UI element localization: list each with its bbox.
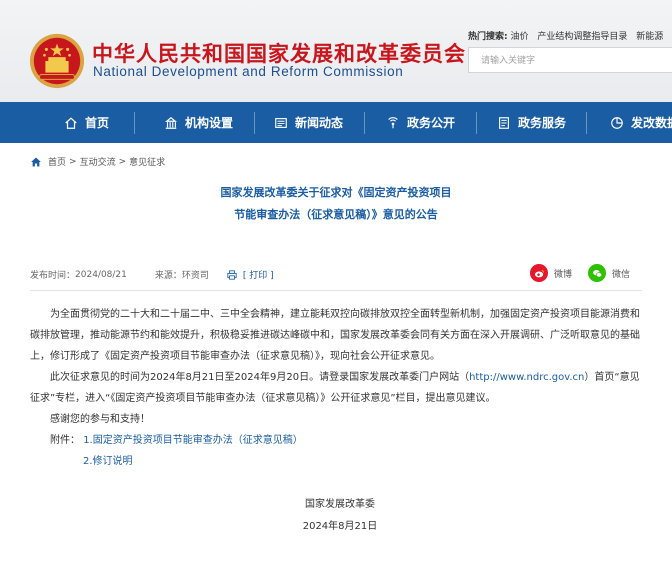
meta-divider — [30, 290, 642, 291]
attachment-link-draft[interactable]: 1.固定资产投资项目节能审查办法（征求意见稿） — [83, 435, 303, 446]
hot-keyword[interactable]: 油价 — [510, 32, 528, 42]
national-emblem-icon[interactable] — [28, 32, 86, 90]
share-weibo-button[interactable]: 微博 — [530, 264, 572, 282]
site-title-en[interactable]: National Development and Reform Commissi… — [93, 64, 403, 79]
nav-divider — [134, 112, 135, 134]
nav-item-organization[interactable]: 机构设置 — [164, 102, 233, 143]
nav-divider — [586, 112, 587, 134]
breadcrumb-separator: > — [118, 156, 127, 167]
home-icon — [31, 157, 41, 166]
breadcrumb: 首页 > 互动交流 > 意见征求 — [30, 155, 165, 168]
breadcrumb-item-home[interactable]: 首页 — [48, 155, 66, 168]
nav-item-label: 政务服务 — [518, 116, 567, 130]
signer: 国家发展改革委 — [305, 499, 375, 510]
nav-divider — [254, 112, 255, 134]
breadcrumb-separator: > — [69, 156, 77, 167]
breadcrumb-item-interaction[interactable]: 互动交流 — [80, 155, 116, 168]
home-icon — [65, 116, 77, 129]
share-wechat-button[interactable]: 微信 — [588, 264, 630, 282]
article-paragraph: 感谢您的参与和支持！ — [50, 414, 150, 425]
print-button[interactable]: [ 打印 ] — [227, 268, 274, 281]
nav-item-label: 首页 — [85, 116, 110, 130]
search-input[interactable] — [469, 49, 672, 73]
publish-label: 发布时间： — [30, 271, 76, 281]
site-header: 中华人民共和国国家发展和改革委员会 National Development a… — [0, 0, 672, 102]
nav-item-news[interactable]: 新闻动态 — [274, 102, 343, 143]
nav-item-data[interactable]: 发改数据 — [610, 102, 672, 143]
search-box — [468, 47, 672, 73]
nav-divider — [364, 112, 365, 134]
article-paragraph: 此次征求意见的时间为2024年8月21日至2024年9月20日。请登录国家发展改… — [30, 367, 642, 409]
hot-keyword[interactable]: 产业结构调整指导目录 — [537, 32, 627, 42]
nav-item-home[interactable]: 首页 — [64, 102, 109, 143]
hot-search-label: 热门搜索: — [468, 32, 508, 42]
breadcrumb-item-opinion[interactable]: 意见征求 — [129, 155, 165, 168]
nav-item-label: 政务公开 — [407, 116, 456, 130]
ndrc-website-link[interactable]: http://www.ndrc.gov.cn — [469, 372, 584, 383]
article-meta: 发布时间： 2024/08/21 来源： 环资司 [ 打印 ] — [30, 268, 274, 282]
attachment-item: 2.修订说明 — [83, 451, 133, 472]
nav-divider — [476, 112, 477, 134]
nav-item-label: 机构设置 — [185, 116, 234, 130]
hot-keyword[interactable]: 新能源 — [636, 32, 663, 42]
nav-item-gov-affairs[interactable]: 政务公开 — [386, 102, 455, 143]
weibo-icon — [530, 264, 548, 282]
nav-item-label: 新闻动态 — [295, 116, 344, 130]
article-title-line2: 节能审查办法（征求意见稿）》意见的公告 — [234, 208, 438, 221]
document-icon — [499, 116, 509, 129]
share-wechat-label: 微信 — [612, 269, 631, 280]
source-value: 环资司 — [181, 271, 209, 281]
article-title-line1: 国家发展改革委关于征求对《固定资产投资项目 — [220, 186, 452, 199]
nav-item-gov-services[interactable]: 政务服务 — [497, 102, 566, 143]
print-label: [ 打印 ] — [242, 271, 274, 281]
share-weibo-label: 微博 — [554, 269, 573, 280]
attachment-label: 附件： — [50, 435, 80, 446]
article-paragraph: 为全面贯彻党的二十大和二十届二中、三中全会精神，建立能耗双控向碳排放双控全面转型… — [30, 309, 640, 362]
wechat-icon — [588, 264, 606, 282]
printer-icon — [227, 269, 237, 280]
attachment-link-explanation[interactable]: 2.修订说明 — [83, 456, 133, 467]
attachment-list: 附件： 1.固定资产投资项目节能审查办法（征求意见稿） — [50, 430, 303, 451]
main-nav: 首页 机构设置 新闻动态 政务公开 政务服务 发改数据 — [0, 102, 672, 143]
nav-item-label: 发改数据 — [631, 116, 672, 130]
publish-date: 2024/08/21 — [75, 269, 127, 280]
paragraph-text: 此次征求意见的时间为2024年8月21日至2024年9月20日。请登录国家发展改… — [50, 372, 470, 383]
building-icon — [165, 116, 177, 129]
source-label: 来源： — [154, 271, 182, 281]
broadcast-icon — [388, 116, 398, 128]
hot-search: 热门搜索: 油价 产业结构调整指导目录 新能源 新 — [468, 29, 672, 42]
newspaper-icon — [275, 117, 287, 128]
sign-date: 2024年8月21日 — [302, 521, 378, 532]
chart-icon — [611, 116, 623, 129]
